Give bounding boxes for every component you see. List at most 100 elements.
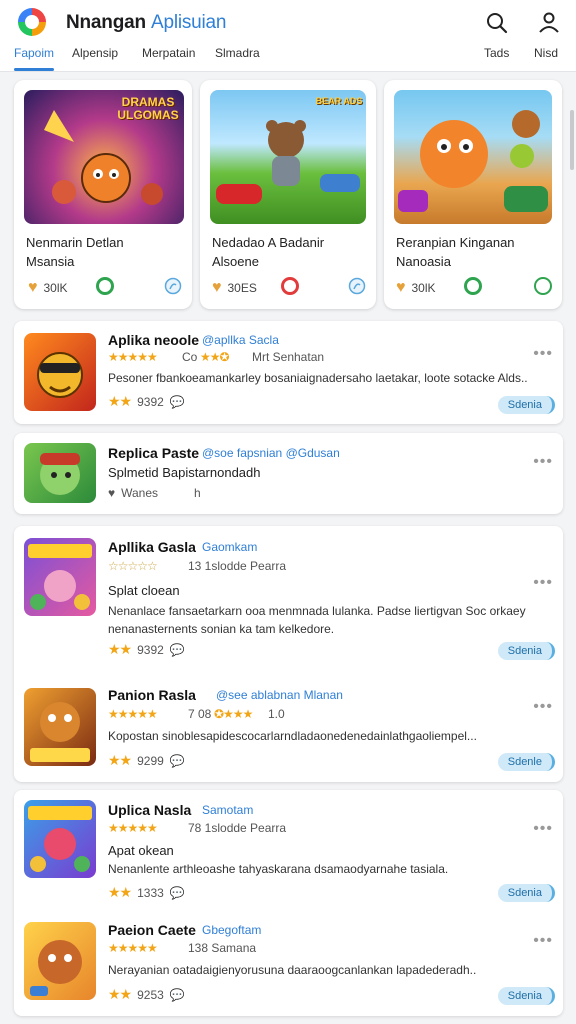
app-name: Uplica Nasla [108, 802, 192, 818]
search-icon[interactable] [484, 10, 510, 36]
featured-title: Nenmarin Detlan Msansia [26, 235, 124, 269]
app-developer[interactable]: Gaomkam [202, 540, 257, 554]
app-footer: ★★ 9392 💬 [108, 393, 185, 410]
tab-alpensip[interactable]: Alpensip [72, 46, 118, 60]
heart-icon: ♥ [396, 279, 406, 296]
install-button[interactable]: Sdenia [497, 642, 555, 660]
app-list-item[interactable]: Replica Paste @soe fapsnian @Gdusan Splm… [14, 433, 563, 514]
app-thumbnail [24, 538, 96, 616]
app-footer: ★★ 9299 💬 [108, 752, 185, 769]
app-meta: 13 1slodde Pearra [188, 559, 287, 573]
more-icon[interactable]: ••• [533, 453, 553, 471]
active-tab-indicator [14, 68, 54, 71]
star-icon: ★★ [108, 641, 132, 657]
like-icon[interactable]: ♥ [108, 486, 115, 500]
profile-icon[interactable] [536, 10, 562, 36]
more-icon[interactable]: ••• [533, 574, 553, 592]
rating-stars: ☆☆☆☆☆ [108, 559, 158, 573]
more-icon[interactable]: ••• [533, 820, 553, 838]
featured-stats: ♥ 30ES [212, 279, 257, 297]
tab-merpatain[interactable]: Merpatain [142, 46, 195, 60]
star-icon: ★★ [108, 986, 132, 1002]
featured-card[interactable]: Reranpian Kinganan Nanoasia [384, 80, 562, 309]
tab-slmadra[interactable]: Slmadra [215, 46, 260, 60]
featured-art: BEAR ADS [210, 90, 366, 224]
app-footer: ★★ 9253 💬 [108, 986, 185, 1003]
heart-icon: ♥ [212, 279, 222, 296]
app-title: Nnangan Aplisuian [66, 12, 227, 33]
app-logo-icon[interactable] [18, 8, 46, 36]
star-icon: ★★ [108, 393, 132, 409]
rating-stars: ★★★★★ [108, 707, 158, 721]
app-thumbnail [24, 922, 96, 1000]
app-name: Aplika neoole [108, 332, 200, 348]
chat-icon[interactable] [348, 277, 366, 295]
featured-art-text: BEAR ADS [315, 96, 363, 106]
featured-title: Nedadao A Badanir Alsoene [212, 235, 325, 269]
app-meta: 7 08 [188, 707, 212, 721]
featured-art [394, 90, 552, 224]
rating-stars: ★★★★★ [108, 821, 158, 835]
play-icon[interactable] [464, 277, 482, 295]
search-label[interactable]: Tads [484, 46, 509, 60]
app-list-item[interactable]: Aplika neoole @apllka Sacla ★★★★★ Co ★★✪… [14, 321, 563, 424]
featured-stats: ♥ 30lK [396, 279, 436, 297]
rating-stars-extra: ★★✪ [200, 350, 230, 364]
install-button[interactable]: Sdenle [497, 753, 555, 771]
app-developer[interactable]: Gbegoftam [202, 923, 261, 937]
comment-icon[interactable]: 💬 [170, 754, 185, 768]
install-button[interactable]: Sdenia [497, 396, 555, 414]
rating-text: Co [182, 350, 198, 364]
app-score: 9299 [137, 753, 164, 768]
status-icon[interactable] [534, 277, 552, 295]
featured-count: 30lK [43, 281, 68, 295]
app-thumbnail [24, 333, 96, 411]
app-list-group: Apllika Gasla Gaomkam ☆☆☆☆☆ 13 1slodde P… [14, 526, 563, 782]
app-list-group: Uplica Nasla Samotam ★★★★★ 78 1slodde Pe… [14, 790, 563, 1016]
install-button[interactable]: Sdenia [497, 884, 555, 902]
comment-icon[interactable]: 💬 [170, 988, 185, 1002]
app-meta: 138 Samana [188, 941, 257, 955]
app-name: Apllika Gasla [108, 539, 196, 555]
app-name: Panion Rasla [108, 687, 196, 703]
app-meta-version: 1.0 [268, 707, 285, 721]
app-developer[interactable]: @see ablabnan Mlanan [216, 688, 343, 702]
featured-art: DRAMAS ULGOMAS [24, 90, 184, 224]
app-name: Replica Paste [108, 445, 200, 461]
tab-fapoim[interactable]: Fapoim [14, 46, 54, 60]
rating-stars: ★★★★★ [108, 350, 158, 364]
more-icon[interactable]: ••• [533, 698, 553, 716]
play-icon[interactable] [96, 277, 114, 295]
app-likes: Wanes [121, 486, 159, 500]
app-score: 9392 [137, 642, 164, 657]
featured-count: 30ES [227, 281, 257, 295]
record-icon[interactable] [281, 277, 299, 295]
scrollbar[interactable] [570, 110, 574, 170]
chat-icon[interactable] [164, 277, 182, 295]
app-footer: ★★ 1333 💬 [108, 884, 185, 901]
install-button[interactable]: Sdenia [497, 987, 555, 1005]
comment-icon[interactable]: 💬 [170, 643, 185, 657]
app-thumbnail [24, 443, 96, 503]
app-subtitle: Splmetid Bapistarnondadh [108, 465, 261, 480]
app-description: Nenanlente arthleoashe tahyaskarana dsam… [108, 862, 449, 876]
comment-icon[interactable]: 💬 [170, 395, 185, 409]
app-developer[interactable]: @apllka Sacla [202, 333, 279, 347]
heart-icon: ♥ [28, 279, 38, 296]
app-developer[interactable]: @soe fapsnian @Gdusan [202, 446, 340, 460]
featured-card[interactable]: DRAMAS ULGOMAS Nenmarin Detlan Msansia [14, 80, 192, 309]
more-icon[interactable]: ••• [533, 932, 553, 950]
more-icon[interactable]: ••• [533, 345, 553, 363]
comment-icon[interactable]: 💬 [170, 886, 185, 900]
star-icon: ★★ [108, 752, 132, 768]
star-icon: ★★ [108, 884, 132, 900]
featured-title: Reranpian Kinganan Nanoasia [396, 235, 515, 269]
app-description: Nerayanian oatadaigienyorusuna daaraoogc… [108, 963, 477, 977]
app-score: 9253 [137, 987, 164, 1002]
app-developer[interactable]: Samotam [202, 803, 253, 817]
app-score: 1333 [137, 885, 164, 900]
featured-card[interactable]: BEAR ADS Nedadao A Badanir Alsoene [200, 80, 376, 309]
app-header: Nnangan Aplisuian Fapoim Alpensip Merpat… [0, 0, 576, 72]
rating-stars: ★★★★★ [108, 941, 158, 955]
profile-label[interactable]: Nisd [534, 46, 558, 60]
